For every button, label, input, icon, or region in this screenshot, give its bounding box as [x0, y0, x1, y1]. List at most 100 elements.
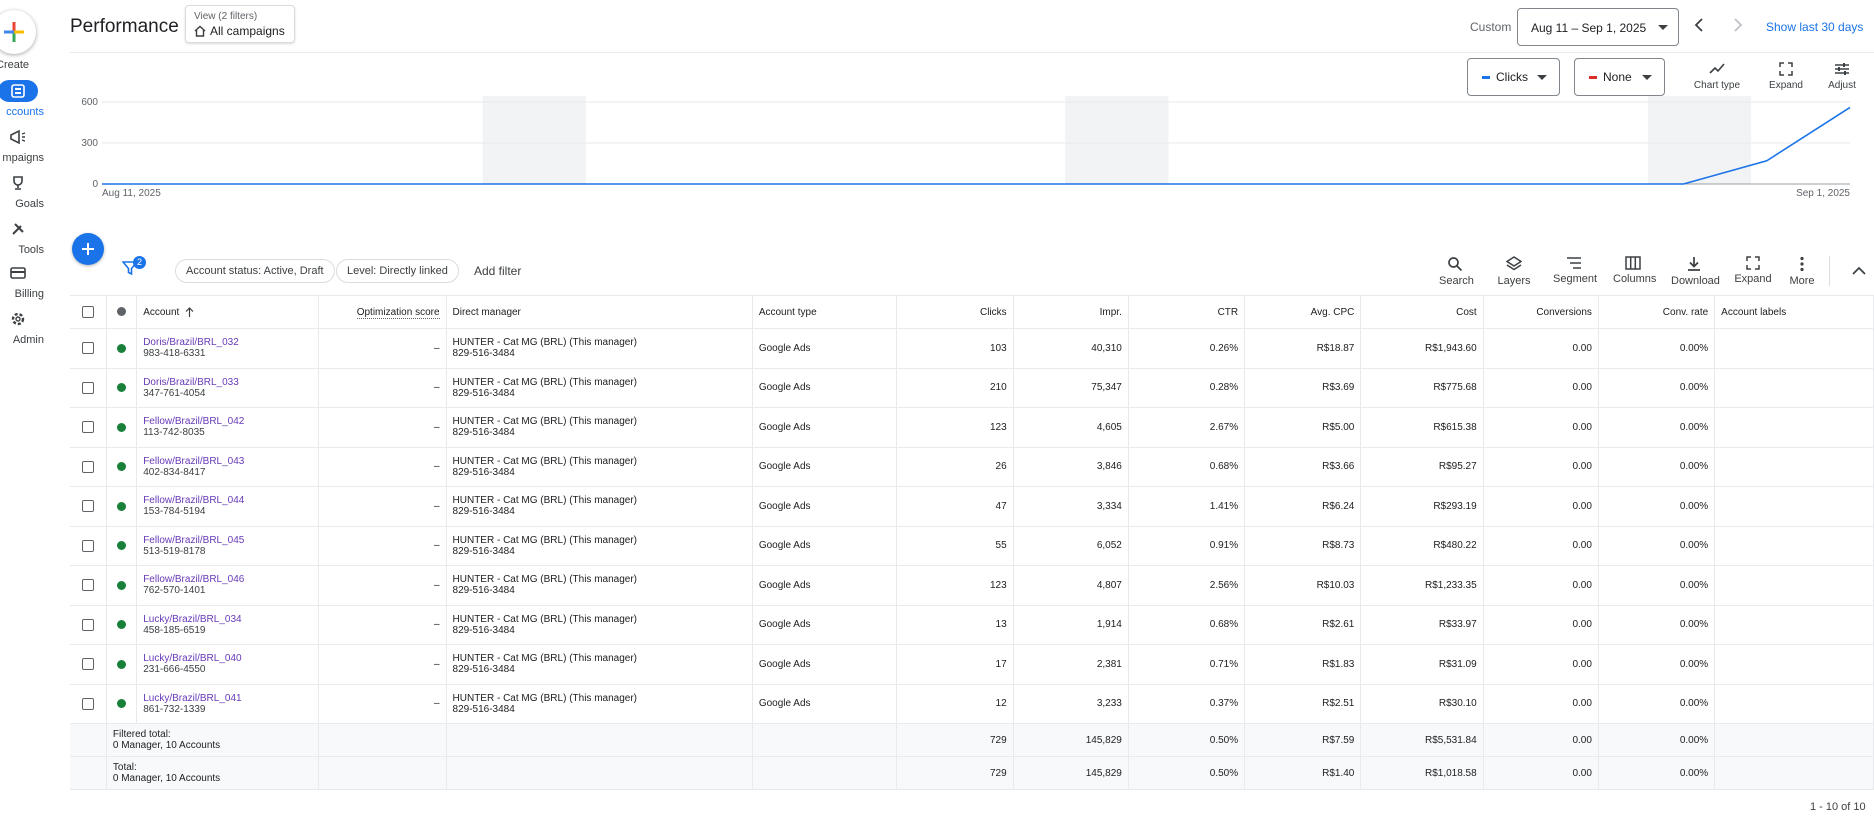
account-name-link[interactable]: Fellow/Brazil/BRL_044 [143, 495, 312, 506]
account-name-link[interactable]: Fellow/Brazil/BRL_046 [143, 574, 312, 585]
account-type-header[interactable]: Account type [752, 295, 898, 329]
clicks-cell: 17 [896, 644, 1014, 685]
account-labels-cell[interactable] [1714, 605, 1874, 645]
create-button[interactable] [0, 10, 36, 54]
row-checkbox-cell[interactable] [70, 407, 107, 448]
table-segment-button[interactable]: Segment [1553, 256, 1597, 285]
row-checkbox[interactable] [81, 381, 94, 394]
row-checkbox[interactable] [81, 697, 94, 710]
chart-type-button[interactable]: Chart type [1692, 62, 1742, 91]
add-fab-button[interactable] [72, 233, 104, 265]
row-checkbox[interactable] [81, 618, 94, 631]
impr-header[interactable]: Impr. [1013, 295, 1129, 329]
row-checkbox[interactable] [81, 539, 94, 552]
filter-chip-level[interactable]: Level: Directly linked [336, 259, 459, 283]
row-checkbox[interactable] [81, 342, 94, 355]
row-checkbox[interactable] [81, 500, 94, 513]
opt-score-header[interactable]: Optimization score [318, 295, 447, 329]
account-labels-cell[interactable] [1714, 486, 1874, 527]
account-cell: Lucky/Brazil/BRL_034 458-185-6519 [136, 605, 320, 645]
table-row[interactable]: Lucky/Brazil/BRL_040 231-666-4550 – HUNTE… [70, 644, 1874, 685]
row-checkbox-cell[interactable] [70, 565, 107, 606]
table-row[interactable]: Fellow/Brazil/BRL_045 513-519-8178 – HUNT… [70, 526, 1874, 566]
row-checkbox-cell[interactable] [70, 328, 107, 369]
nav-item-tools[interactable]: Tools [0, 218, 44, 256]
conv-rate-header[interactable]: Conv. rate [1598, 295, 1716, 329]
table-search-button[interactable]: Search [1439, 256, 1474, 287]
row-checkbox-cell[interactable] [70, 368, 107, 408]
ctr-header[interactable]: CTR [1128, 295, 1246, 329]
account-labels-cell[interactable] [1714, 407, 1874, 448]
account-type-cell: Google Ads [752, 565, 898, 606]
nav-item-campaigns[interactable]: mpaigns [0, 126, 44, 164]
row-checkbox-cell[interactable] [70, 526, 107, 566]
chart-adjust-button[interactable]: Adjust [1824, 62, 1860, 91]
direct-manager-header[interactable]: Direct manager [446, 295, 753, 329]
account-labels-header[interactable]: Account labels [1714, 295, 1874, 329]
nav-item-accounts[interactable]: ccounts [0, 80, 44, 118]
account-name-link[interactable]: Lucky/Brazil/BRL_041 [143, 693, 312, 704]
account-name-link[interactable]: Doris/Brazil/BRL_033 [143, 377, 312, 388]
table-row[interactable]: Doris/Brazil/BRL_033 347-761-4054 – HUNTE… [70, 368, 1874, 408]
table-more-button[interactable]: More [1788, 256, 1816, 287]
clicks-series-line [102, 106, 1851, 185]
chart-expand-button[interactable]: Expand [1766, 62, 1806, 91]
table-row[interactable]: Lucky/Brazil/BRL_034 458-185-6519 – HUNTE… [70, 605, 1874, 645]
view-filter-button[interactable]: View (2 filters) All campaigns [185, 5, 295, 43]
row-checkbox[interactable] [81, 421, 94, 434]
chevron-up-icon[interactable] [1852, 266, 1866, 275]
select-all-checkbox[interactable] [81, 306, 94, 318]
date-range-picker[interactable]: Aug 11 – Sep 1, 2025 [1517, 8, 1679, 46]
clicks-header[interactable]: Clicks [896, 295, 1014, 329]
row-checkbox-cell[interactable] [70, 447, 107, 487]
table-columns-button[interactable]: Columns [1613, 256, 1656, 285]
table-download-button[interactable]: Download [1671, 256, 1720, 287]
select-all-checkbox-cell[interactable] [70, 295, 107, 329]
account-labels-cell[interactable] [1714, 368, 1874, 408]
account-header[interactable]: Account [136, 295, 320, 329]
row-checkbox[interactable] [81, 460, 94, 473]
account-labels-cell[interactable] [1714, 447, 1874, 487]
account-name-link[interactable]: Fellow/Brazil/BRL_045 [143, 535, 312, 546]
account-labels-cell[interactable] [1714, 644, 1874, 685]
add-filter-button[interactable]: Add filter [474, 264, 521, 278]
metric1-dropdown[interactable]: Clicks [1467, 58, 1560, 96]
table-row[interactable]: Fellow/Brazil/BRL_046 762-570-1401 – HUNT… [70, 565, 1874, 606]
chevron-right-icon[interactable] [1732, 17, 1744, 33]
nav-item-admin[interactable]: Admin [0, 308, 44, 346]
chevron-left-icon[interactable] [1693, 17, 1705, 33]
table-layers-button[interactable]: Layers [1497, 256, 1531, 287]
table-row[interactable]: Lucky/Brazil/BRL_041 861-732-1339 – HUNTE… [70, 684, 1874, 724]
table-row[interactable]: Fellow/Brazil/BRL_043 402-834-8417 – HUNT… [70, 447, 1874, 487]
table-row[interactable]: Doris/Brazil/BRL_032 983-418-6331 – HUNTE… [70, 328, 1874, 369]
row-checkbox[interactable] [81, 579, 94, 592]
account-name-link[interactable]: Lucky/Brazil/BRL_034 [143, 614, 312, 625]
row-checkbox-cell[interactable] [70, 486, 107, 527]
table-row[interactable]: Fellow/Brazil/BRL_044 153-784-5194 – HUNT… [70, 486, 1874, 527]
row-status-cell [106, 644, 138, 685]
row-checkbox[interactable] [81, 658, 94, 671]
nav-item-billing[interactable]: Billing [0, 262, 44, 300]
account-labels-cell[interactable] [1714, 684, 1874, 724]
cost-header[interactable]: Cost [1360, 295, 1484, 329]
account-labels-cell[interactable] [1714, 526, 1874, 566]
avg-cpc-header[interactable]: Avg. CPC [1244, 295, 1362, 329]
conversions-header[interactable]: Conversions [1483, 295, 1599, 329]
table-row[interactable]: Fellow/Brazil/BRL_042 113-742-8035 – HUNT… [70, 407, 1874, 448]
show-last-30-days-link[interactable]: Show last 30 days [1766, 20, 1863, 34]
metric2-dropdown[interactable]: None [1574, 58, 1665, 96]
nav-item-goals[interactable]: Goals [0, 172, 44, 210]
total-label: Filtered total: [112, 729, 171, 740]
table-header-row: Account Optimization score Direct manage… [70, 295, 1874, 329]
table-expand-button[interactable]: Expand [1734, 256, 1772, 285]
row-checkbox-cell[interactable] [70, 644, 107, 685]
account-name-link[interactable]: Fellow/Brazil/BRL_042 [143, 416, 312, 427]
account-labels-cell[interactable] [1714, 565, 1874, 606]
account-labels-cell[interactable] [1714, 328, 1874, 369]
row-checkbox-cell[interactable] [70, 605, 107, 645]
row-checkbox-cell[interactable] [70, 684, 107, 724]
filter-chip-account-status[interactable]: Account status: Active, Draft [175, 259, 335, 283]
account-name-link[interactable]: Doris/Brazil/BRL_032 [143, 337, 312, 348]
account-name-link[interactable]: Lucky/Brazil/BRL_040 [143, 653, 312, 664]
account-name-link[interactable]: Fellow/Brazil/BRL_043 [143, 456, 312, 467]
